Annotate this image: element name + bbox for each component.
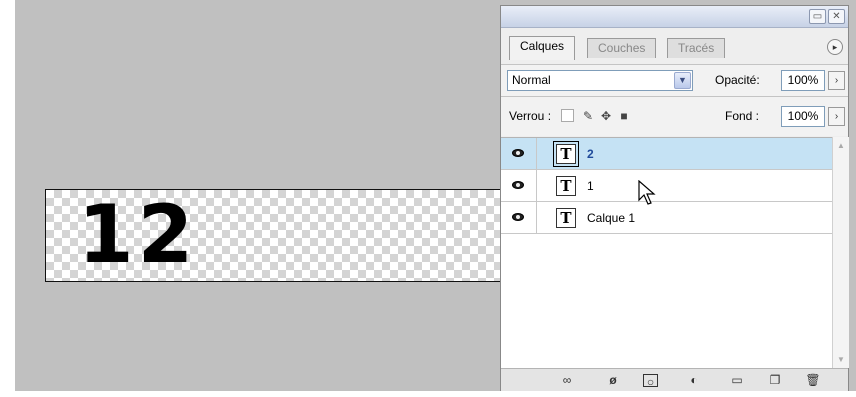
opacity-label: Opacité: bbox=[715, 73, 760, 87]
minimize-button[interactable]: ▭ bbox=[809, 9, 826, 24]
opacity-field[interactable]: 100% bbox=[781, 70, 825, 91]
visibility-toggle[interactable] bbox=[501, 202, 537, 233]
blend-opacity-row: Normal ▼ Opacité: 100% › bbox=[501, 64, 848, 96]
layers-panel: ▭ ✕ Calques Couches Tracés ▸ Normal ▼ Op… bbox=[500, 5, 849, 391]
document-canvas[interactable]: 12 bbox=[45, 188, 525, 282]
layers-scrollbar[interactable]: ▲ ▼ bbox=[832, 137, 849, 368]
layer-row-2[interactable]: T 2 bbox=[501, 138, 832, 170]
trash-icon[interactable]: 🗑 bbox=[805, 373, 821, 388]
lock-fill-row: Verrou : ✎ ✥ ■ Fond : 100% › bbox=[501, 96, 848, 136]
mask-icon[interactable]: ○ bbox=[643, 374, 658, 389]
scroll-up-icon[interactable]: ▲ bbox=[836, 141, 846, 150]
fx-icon[interactable]: ø bbox=[605, 373, 621, 388]
layer-name: 1 bbox=[587, 179, 594, 193]
brush-icon[interactable]: ✎ bbox=[581, 109, 595, 123]
fill-label: Fond : bbox=[725, 109, 760, 123]
visibility-toggle[interactable] bbox=[501, 170, 537, 201]
layer-row-calque-1[interactable]: T Calque 1 bbox=[501, 202, 832, 234]
new-layer-icon[interactable]: ❐ bbox=[767, 373, 783, 388]
eye-icon bbox=[512, 149, 524, 157]
text-layer-icon: T bbox=[556, 176, 576, 196]
scroll-down-icon[interactable]: ▼ bbox=[836, 355, 846, 364]
fill-slider-button[interactable]: › bbox=[828, 107, 845, 126]
canvas-text: 12 bbox=[78, 188, 198, 281]
panel-menu-icon[interactable]: ▸ bbox=[827, 39, 843, 55]
eye-icon bbox=[512, 213, 524, 221]
fill-field[interactable]: 100% bbox=[781, 106, 825, 127]
tab-calques[interactable]: Calques bbox=[509, 36, 576, 60]
visibility-toggle[interactable] bbox=[501, 138, 537, 169]
adjustment-icon[interactable]: ◐ bbox=[686, 373, 702, 388]
folder-icon[interactable]: ▭ bbox=[729, 373, 745, 388]
text-layer-icon: T bbox=[553, 141, 579, 167]
blend-mode-select[interactable]: Normal ▼ bbox=[507, 70, 693, 91]
panel-titlebar[interactable]: ▭ ✕ bbox=[501, 6, 848, 28]
layer-name: 2 bbox=[587, 147, 594, 161]
eye-icon bbox=[512, 181, 524, 189]
blend-mode-value: Normal bbox=[512, 73, 551, 87]
panel-bottom-toolbar: ∞ ø ○ ◐ ▭ ❐ 🗑 bbox=[501, 368, 848, 391]
layers-list: T 2 T 1 T Calque 1 bbox=[501, 137, 832, 368]
panel-tabs: Calques Couches Tracés ▸ bbox=[509, 36, 845, 60]
lock-label: Verrou : bbox=[509, 109, 552, 123]
link-icon[interactable]: ∞ bbox=[559, 373, 575, 388]
lock-icon[interactable]: ■ bbox=[617, 109, 631, 123]
chevron-down-icon: ▼ bbox=[674, 72, 691, 89]
mouse-cursor-icon bbox=[638, 180, 656, 205]
tab-couches[interactable]: Couches bbox=[587, 38, 657, 58]
tab-traces[interactable]: Tracés bbox=[667, 38, 726, 58]
layer-name: Calque 1 bbox=[587, 211, 636, 225]
lock-transparent-pixels-icon[interactable] bbox=[561, 109, 574, 122]
text-layer-icon: T bbox=[556, 208, 576, 228]
layer-row-1[interactable]: T 1 bbox=[501, 170, 832, 202]
move-icon[interactable]: ✥ bbox=[599, 109, 613, 123]
close-button[interactable]: ✕ bbox=[828, 9, 845, 24]
opacity-slider-button[interactable]: › bbox=[828, 71, 845, 90]
